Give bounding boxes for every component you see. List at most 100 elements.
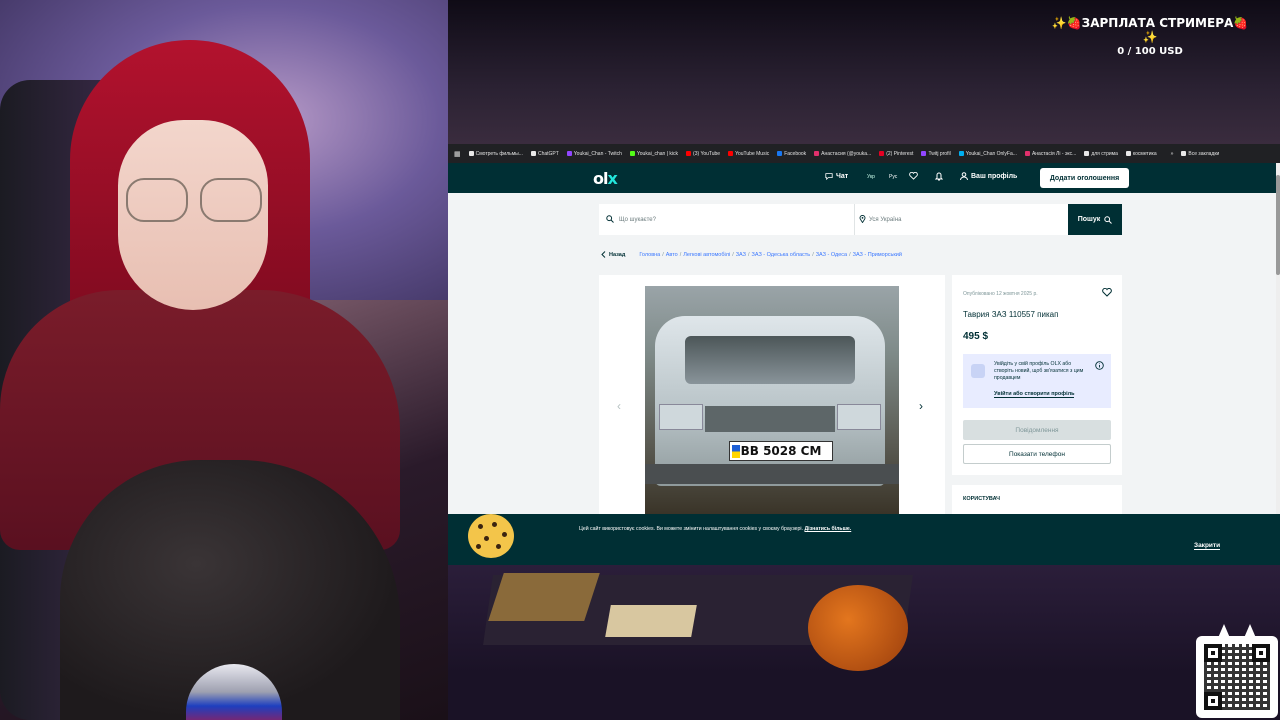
profile-link[interactable]: Ваш профіль [960, 172, 1017, 180]
breadcrumb-row: Назад Головна / Авто / Легкові автомобілі / ЗА… [601, 251, 902, 258]
car-photo[interactable]: BB 5028 CM [645, 286, 899, 514]
qr-finder [1252, 644, 1270, 662]
bookmark-label: Youkai_chan | kick [636, 150, 679, 157]
car-headlight-right [837, 404, 881, 430]
bookmark-favicon-icon [629, 151, 635, 156]
bookmark-item[interactable]: Youkai_Chan - Twitch [566, 151, 622, 157]
bookmark-item[interactable]: для стрима [1084, 151, 1118, 157]
breadcrumb-separator: / [747, 251, 750, 258]
breadcrumb-link[interactable]: Головна [639, 252, 660, 258]
show-phone-button[interactable]: Показати телефон [963, 444, 1111, 464]
bookmark-item[interactable]: Twitj profil [921, 150, 951, 157]
post-ad-button[interactable]: Додати оголошення [1040, 168, 1129, 188]
breadcrumb-link[interactable]: ЗАЗ - Приморський [853, 252, 902, 258]
bookmark-item[interactable]: Анастасія Лі - экс... [1024, 150, 1077, 157]
breadcrumb-link[interactable]: ЗАЗ - Одеська область [752, 252, 811, 258]
bookmark-item[interactable]: (3) YouTube [686, 151, 720, 157]
more-bookmarks-icon[interactable]: » [1171, 151, 1174, 157]
gallery-next-arrow[interactable]: › [919, 399, 923, 413]
cookie-chip [478, 524, 483, 529]
webcam-feed [0, 0, 448, 720]
cookie-close-button[interactable]: Закрити [1194, 542, 1221, 550]
info-icon[interactable] [1095, 361, 1104, 370]
bookmark-item[interactable]: (2) Pinterest [879, 151, 913, 157]
gallery-prev-arrow[interactable]: ‹ [617, 399, 621, 413]
ad-price: 495 $ [963, 331, 989, 342]
bookmark-item[interactable]: YouTube Music [728, 151, 769, 157]
lang-uk[interactable]: Укр [867, 174, 875, 180]
breadcrumb-link[interactable]: ЗАЗ - Одеса [816, 252, 847, 258]
breadcrumb-link[interactable]: Легкові автомобілі [683, 252, 730, 258]
bookmark-favicon-icon [530, 151, 536, 156]
cookie-banner: Цей сайт використовує cookies. Ви можете… [448, 514, 1280, 565]
cookie-text: Цей сайт використовує cookies. Ви можете… [579, 526, 852, 532]
favorites-link[interactable] [909, 172, 918, 180]
search-bar: Що шукаєте? Уся Україна Пошук [599, 204, 1122, 235]
bookmarks-bar: ▦ Смотреть фильмы... ChatGPT Youkai_Chan -… [448, 144, 1280, 163]
breadcrumb-separator: / [679, 251, 682, 258]
login-link[interactable]: Увійти або створити профіль [994, 391, 1075, 398]
breadcrumb-link[interactable]: ЗАЗ [736, 252, 746, 258]
cookie-chip [496, 544, 501, 549]
scrollbar-thumb[interactable] [1276, 175, 1280, 275]
glasses-right [200, 178, 262, 222]
bookmark-item[interactable]: Youkai_Chan OnlyFa... [958, 150, 1017, 157]
breadcrumb-separator: / [812, 251, 814, 258]
bookmark-item[interactable]: косметика [1125, 150, 1157, 157]
bookmark-list: Смотреть фильмы... ChatGPT Youkai_Chan - T… [468, 150, 1157, 157]
search-input[interactable]: Що шукаєте? [599, 204, 854, 235]
bookmark-favicon-icon [728, 151, 734, 156]
apps-icon[interactable]: ▦ [454, 150, 461, 158]
message-button[interactable]: Повідомлення [963, 420, 1111, 440]
bookmark-favicon-icon [921, 151, 927, 156]
bookmark-item[interactable]: ChatGPT [530, 150, 559, 157]
olx-header: olx Чат Укр Рус Ваш профіль Додати оголо… [448, 163, 1280, 193]
bookmark-label: для стрима [1091, 150, 1118, 157]
notifications-link[interactable] [935, 172, 943, 181]
chat-link[interactable]: Чат [825, 172, 848, 180]
bookmark-favicon-icon [814, 151, 820, 156]
olx-logo[interactable]: olx [593, 169, 618, 188]
bookmark-favicon-icon [958, 151, 964, 156]
glasses-left [126, 178, 188, 222]
qr-finder [1204, 644, 1222, 662]
bookmark-label: косметика [1132, 150, 1157, 157]
seller-label: КОРИСТУВАЧ [963, 496, 1000, 502]
bookmark-favicon-icon [686, 151, 692, 156]
location-pin-icon [859, 215, 866, 223]
lang-ru[interactable]: Рус [889, 174, 897, 180]
search-button[interactable]: Пошук [1068, 204, 1122, 235]
open-book [605, 605, 697, 637]
bookmark-item[interactable]: Facebook [777, 151, 806, 157]
ad-details-card: Опубліковано 12 жовтня 2025 р. Таврия ЗА… [952, 275, 1122, 475]
vertical-scrollbar[interactable] [1276, 163, 1280, 565]
bookmark-label: Анастасия (@youka... [821, 150, 872, 157]
bookmark-label: Twitj profil [928, 150, 951, 157]
car-bumper [645, 464, 899, 484]
all-bookmarks[interactable]: Все закладки [1181, 151, 1219, 157]
search-button-icon [1104, 215, 1113, 224]
bookmark-label: Анастасія Лі - экс... [1031, 150, 1077, 157]
ua-flag-icon [732, 445, 740, 458]
breadcrumb-link[interactable]: Авто [666, 252, 678, 258]
bookmark-favicon-icon [1024, 151, 1030, 156]
cookie-chip [484, 536, 489, 541]
cookie-learn-more-link[interactable]: Дізнатись більше. [804, 526, 851, 532]
bookmark-label: Youkai_Chan OnlyFa... [965, 150, 1017, 157]
car-headlight-left [659, 404, 703, 430]
bookmark-item[interactable]: Youkai_chan | kick [629, 150, 679, 157]
breadcrumb-separator: / [849, 251, 851, 258]
bookmark-favicon-icon [468, 151, 474, 156]
browser-window: ▦ Смотреть фильмы... ChatGPT Youkai_Chan -… [448, 144, 1280, 565]
cookie-chip [502, 532, 507, 537]
location-input[interactable]: Уся Україна [854, 204, 1060, 235]
bookmark-item[interactable]: Анастасия (@youka... [814, 151, 871, 157]
bookmark-label: ChatGPT [537, 150, 559, 157]
breadcrumb: Головна / Авто / Легкові автомобілі / ЗАЗ / ЗАЗ … [639, 252, 902, 258]
heart-icon [909, 172, 918, 180]
favorite-heart-icon[interactable] [1102, 288, 1112, 297]
breadcrumb-separator: / [662, 251, 664, 258]
bookmark-favicon-icon [1084, 151, 1090, 156]
back-link[interactable]: Назад [601, 251, 625, 258]
bookmark-item[interactable]: Смотреть фильмы... [468, 151, 523, 157]
